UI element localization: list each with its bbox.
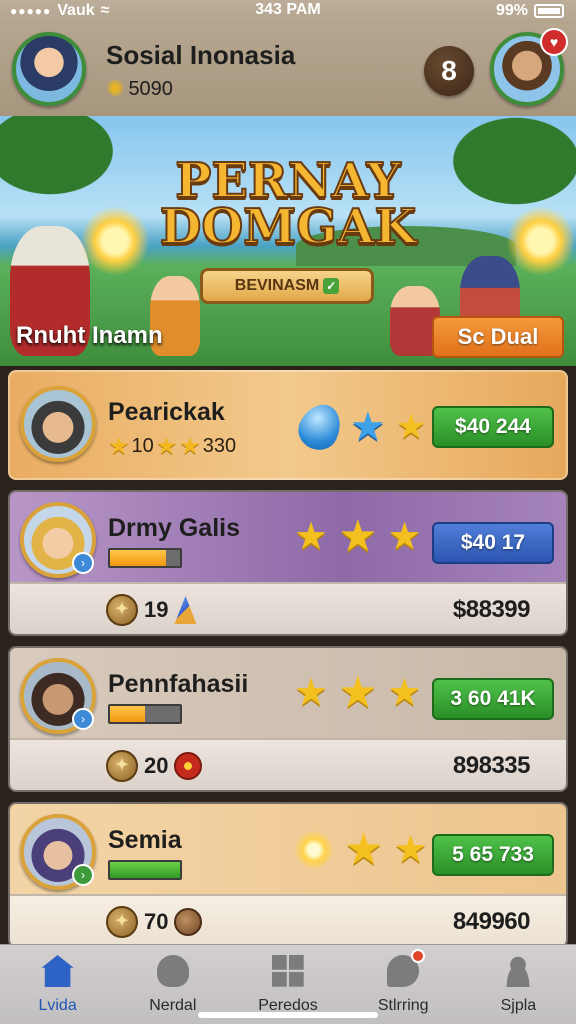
price-button[interactable]: $40 17 (432, 522, 554, 564)
chevron-right-icon: › (72, 708, 94, 730)
resource-row: ✦ 19 (106, 594, 197, 626)
duel-button[interactable]: Sc Dual (432, 316, 564, 358)
battery-percent: 99% (495, 2, 528, 19)
player-score: 898335 (452, 752, 531, 779)
price-button[interactable]: $40 244 (432, 406, 554, 448)
blue-star-icon: ★ (350, 405, 386, 449)
rating-stars: ★ ★ ★ (294, 668, 422, 717)
resource-count: 20 (144, 753, 169, 778)
grid-icon (272, 955, 304, 987)
subtitle-text: BEVINASM (234, 277, 320, 294)
battery-icon (534, 4, 564, 18)
person-icon (502, 955, 535, 987)
star-icon: ★ (338, 512, 378, 561)
price-button[interactable]: 3 60 41K (432, 678, 554, 720)
resource-count: 19 (144, 597, 169, 622)
home-icon (41, 955, 74, 987)
chevron-right-icon: › (72, 552, 94, 574)
coin-icon: ✦ (106, 594, 138, 626)
progress-fill (110, 550, 166, 566)
player-card[interactable]: › Pennfahasii ★ ★ ★ 3 60 41K ✦ 20 898335 (8, 646, 568, 792)
tab-home[interactable]: Lvida (0, 945, 115, 1024)
rating-stars: ★ ★ ★ (294, 512, 422, 561)
progress-bar (108, 548, 182, 568)
banner-caption: Rnuht Inamn (16, 322, 163, 349)
resource-row: ✦ 20 (106, 750, 203, 782)
player-name: Pearickak (108, 398, 225, 426)
player-list: Pearickak ★ 10 ★ ★ 330 ★ ★ $40 244 › Drm… (0, 366, 576, 948)
player-card[interactable]: › Semia ★ ★ 5 65 733 ✦ 70 849960 (8, 802, 568, 948)
progress-bar (108, 704, 182, 724)
clock: 343 PAM (255, 1, 321, 18)
profile-header: Sosial Inonasia ✺ 5090 8 ♥ (0, 24, 576, 116)
profile-coins: ✺ 5090 (106, 76, 173, 102)
settings-button[interactable]: 8 (424, 46, 474, 96)
coin-count: 5090 (128, 77, 173, 100)
event-banner[interactable]: PERNAY DOMGAK BEVINASM ✓ Rnuht Inamn Sc D… (0, 116, 576, 366)
chevron-right-icon: › (72, 864, 94, 886)
tab-profile[interactable]: Sjpla (461, 945, 576, 1024)
star-icon: ★ (108, 433, 130, 460)
title-subtitle-plate: BEVINASM ✓ (200, 268, 374, 304)
rating-stars: ★ ★ (292, 397, 427, 457)
game-title-logo: PERNAY DOMGAK (150, 153, 426, 255)
stat-value: 330 (202, 435, 237, 457)
status-bar: ●●●●● Vauk ≈ 343 PAM 99% (0, 0, 576, 24)
star-icon: ★ (387, 516, 422, 558)
progress-bar (108, 860, 182, 880)
player-card[interactable]: › Drmy Galis ★ ★ ★ $40 17 ✦ 19 $88399 (8, 490, 568, 636)
palm-tree-illustration (436, 116, 576, 216)
notification-dot (411, 949, 426, 963)
home-indicator (198, 1012, 378, 1018)
star-icon: ★ (179, 433, 201, 460)
star-icon: ★ (338, 668, 378, 717)
star-icon: ★ (395, 408, 427, 446)
sparkle-icon (294, 830, 334, 870)
profile-name: Sosial Inonasia (106, 40, 296, 70)
star-icon: ★ (393, 829, 428, 871)
progress-fill (110, 706, 145, 722)
tab-label: Sjpla (500, 997, 537, 1014)
player-card[interactable]: Pearickak ★ 10 ★ ★ 330 ★ ★ $40 244 (8, 370, 568, 480)
chat-icon (387, 949, 426, 987)
palm-tree-illustration (0, 116, 130, 206)
player-avatar (20, 386, 96, 462)
coin-icon: ✦ (106, 906, 138, 938)
cloud-icon (156, 955, 189, 987)
player-name: Drmy Galis (108, 514, 241, 542)
muzzle-flash-illustration (506, 206, 576, 276)
player-stats: ★ 10 ★ ★ 330 (108, 432, 236, 461)
star-icon: ★ (294, 672, 329, 714)
player-score: $88399 (452, 596, 531, 623)
gem-icon (174, 596, 197, 624)
title-line-2: DOMGAK (159, 199, 418, 255)
star-icon: ★ (344, 825, 384, 874)
progress-fill (110, 862, 180, 878)
star-icon: ★ (294, 516, 329, 558)
player-name: Semia (108, 826, 182, 854)
user-avatar[interactable] (12, 32, 86, 106)
tab-label: Lvida (38, 997, 77, 1014)
muzzle-flash-illustration (80, 206, 150, 276)
burst-icon (174, 752, 203, 780)
player-name: Pennfahasii (108, 670, 249, 698)
check-icon: ✓ (323, 277, 340, 294)
notification-icon[interactable]: ♥ (540, 28, 568, 56)
resource-row: ✦ 70 (106, 906, 203, 938)
star-icon: ★ (387, 672, 422, 714)
cookie-icon (174, 908, 203, 936)
player-score: 849960 (452, 908, 531, 935)
water-drop-icon (292, 397, 348, 457)
title-line-1: PERNAY (174, 153, 402, 209)
resource-count: 70 (144, 909, 169, 934)
coin-icon: ✦ (106, 750, 138, 782)
stat-value: 10 (131, 435, 154, 457)
price-button[interactable]: 5 65 733 (432, 834, 554, 876)
star-icon: ★ (155, 433, 178, 460)
coin-icon: ✺ (106, 76, 125, 101)
rating-stars: ★ ★ (294, 825, 428, 874)
